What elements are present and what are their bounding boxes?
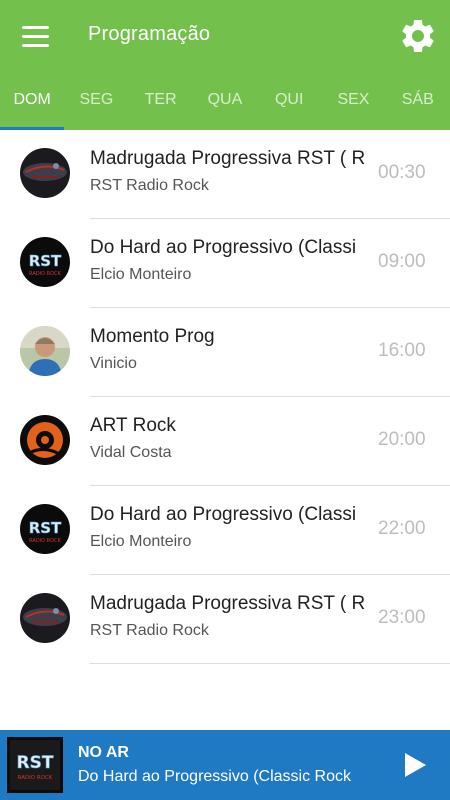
menu-line xyxy=(21,43,49,47)
divider xyxy=(90,663,450,664)
program-host: Vidal Costa xyxy=(90,444,172,461)
page-title: Programação xyxy=(88,23,211,45)
program-host: Vinicio xyxy=(90,355,137,372)
svg-text:RST: RST xyxy=(29,519,62,537)
program-name: Madrugada Progressiva RST ( R xyxy=(90,593,366,614)
list-item[interactable]: Momento Prog Vinicio 16:00 xyxy=(0,308,450,397)
tab-sab[interactable]: SÁB xyxy=(386,72,450,130)
program-time: 09:00 xyxy=(378,251,426,272)
rst-logo-avatar: RST RADIO ROCK xyxy=(20,237,70,287)
program-name: ART Rock xyxy=(90,415,176,436)
day-tabs: DOM SEG TER QUA QUI SEX SÁB xyxy=(0,72,450,130)
program-time: 22:00 xyxy=(378,518,426,539)
person-photo-avatar xyxy=(20,326,70,376)
program-time: 20:00 xyxy=(378,429,426,450)
list-item[interactable]: RST RADIO ROCK Do Hard ao Progressivo (Cl… xyxy=(0,486,450,575)
program-host: Elcio Monteiro xyxy=(90,266,192,283)
tab-dom[interactable]: DOM xyxy=(0,72,65,130)
list-item[interactable]: ART Rock Vidal Costa 20:00 xyxy=(0,397,450,486)
app-bar: Programação DOM SEG TER QUA QUI SEX SÁB xyxy=(0,0,450,130)
schedule-list: Madrugada Progressiva RST ( R RST Radio … xyxy=(0,130,450,664)
art-rock-logo-avatar xyxy=(20,415,70,465)
now-playing-title: Do Hard ao Progressivo (Classic Rock xyxy=(78,768,351,785)
list-item[interactable]: Madrugada Progressiva RST ( R RST Radio … xyxy=(0,575,450,664)
program-time: 16:00 xyxy=(378,340,426,361)
program-name: Do Hard ao Progressivo (Classi xyxy=(90,237,357,258)
program-host: RST Radio Rock xyxy=(90,177,209,194)
stage-logo-avatar xyxy=(20,593,70,643)
tab-sex[interactable]: SEX xyxy=(321,72,385,130)
tab-ter[interactable]: TER xyxy=(129,72,193,130)
program-name: Do Hard ao Progressivo (Classi xyxy=(90,504,357,525)
tab-qui[interactable]: QUI xyxy=(257,72,321,130)
play-icon[interactable] xyxy=(400,750,430,780)
on-air-label: NO AR xyxy=(78,744,129,761)
tab-qua[interactable]: QUA xyxy=(193,72,257,130)
station-logo: RST RADIO ROCK xyxy=(7,737,63,793)
program-name: Momento Prog xyxy=(90,326,215,347)
list-item[interactable]: RST RADIO ROCK Do Hard ao Progressivo (Cl… xyxy=(0,219,450,308)
hamburger-menu-icon[interactable] xyxy=(14,20,56,52)
svg-text:RST: RST xyxy=(29,252,62,270)
program-host: Elcio Monteiro xyxy=(90,533,192,550)
svg-text:RADIO ROCK: RADIO ROCK xyxy=(29,271,61,277)
program-host: RST Radio Rock xyxy=(90,622,209,639)
station-logo-subtext: RADIO ROCK xyxy=(18,775,53,781)
program-name: Madrugada Progressiva RST ( R xyxy=(90,148,366,169)
rst-logo-avatar: RST RADIO ROCK xyxy=(20,504,70,554)
program-time: 23:00 xyxy=(378,607,426,628)
now-playing-bar[interactable]: RST RADIO ROCK NO AR Do Hard ao Progressi… xyxy=(0,730,450,800)
program-time: 00:30 xyxy=(378,162,426,183)
menu-line xyxy=(21,25,49,29)
stage-logo-avatar xyxy=(20,148,70,198)
gear-icon[interactable] xyxy=(398,16,438,56)
svg-text:RADIO ROCK: RADIO ROCK xyxy=(29,538,61,544)
station-logo-text: RST xyxy=(17,753,54,773)
toolbar: Programação xyxy=(0,0,450,72)
tab-seg[interactable]: SEG xyxy=(64,72,128,130)
list-item[interactable]: Madrugada Progressiva RST ( R RST Radio … xyxy=(0,130,450,219)
menu-line xyxy=(21,34,49,38)
